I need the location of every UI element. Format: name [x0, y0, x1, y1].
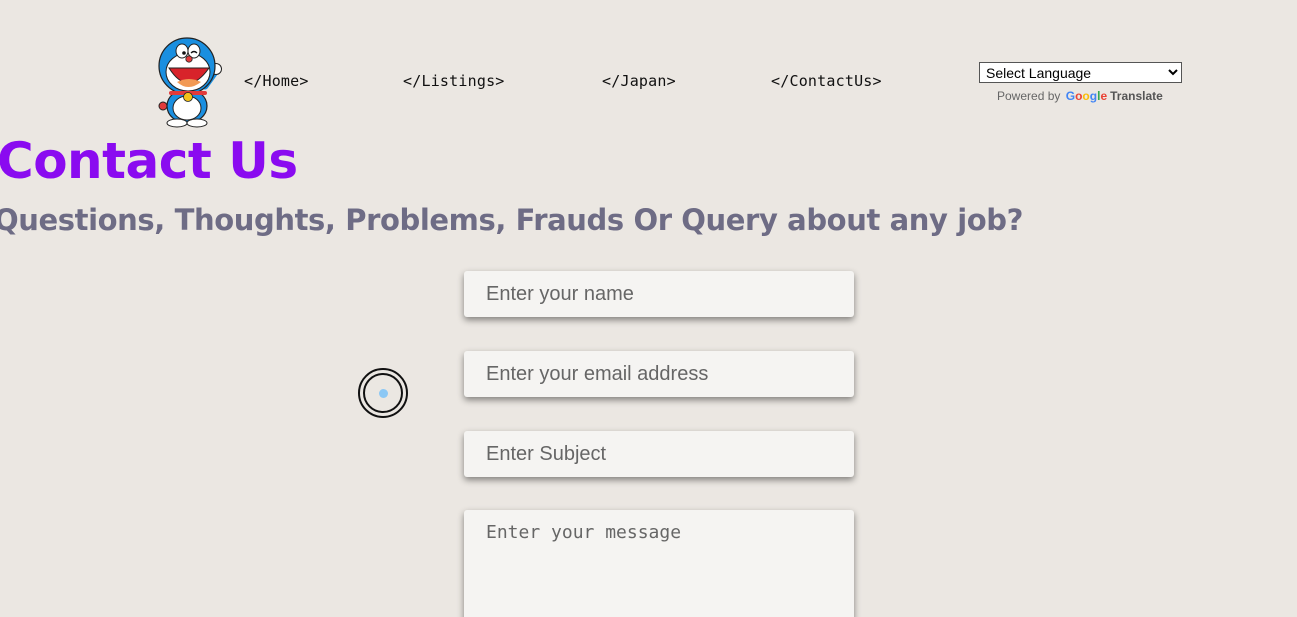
page-title: Contact Us — [0, 132, 298, 190]
powered-by-google-translate: Powered by Google Translate — [997, 89, 1163, 103]
subject-input[interactable] — [464, 431, 854, 477]
doraemon-logo-icon[interactable] — [155, 36, 223, 128]
powered-by-label: Powered by — [997, 89, 1061, 103]
google-logo[interactable]: Google — [1066, 89, 1107, 103]
google-letter: G — [1065, 89, 1076, 103]
google-letter: g — [1089, 89, 1098, 103]
nav-home-link[interactable]: </Home> — [244, 72, 309, 90]
message-textarea[interactable] — [464, 510, 854, 617]
nav-contact-us-link[interactable]: </ContactUs> — [771, 72, 882, 90]
language-select[interactable]: Select Language — [979, 62, 1182, 83]
email-input[interactable] — [464, 351, 854, 397]
google-letter: o — [1082, 89, 1090, 103]
name-input[interactable] — [464, 271, 854, 317]
cursor-indicator-icon — [358, 368, 408, 418]
nav-japan-link[interactable]: </Japan> — [602, 72, 676, 90]
page-subtitle: Questions, Thoughts, Problems, Frauds Or… — [0, 203, 1024, 237]
contact-page: </Home> </Listings> </Japan> </ContactUs… — [0, 0, 1297, 617]
cursor-dot — [379, 389, 388, 398]
nav-listings-link[interactable]: </Listings> — [403, 72, 505, 90]
google-letter: e — [1100, 89, 1108, 103]
translate-label[interactable]: Translate — [1110, 89, 1163, 103]
